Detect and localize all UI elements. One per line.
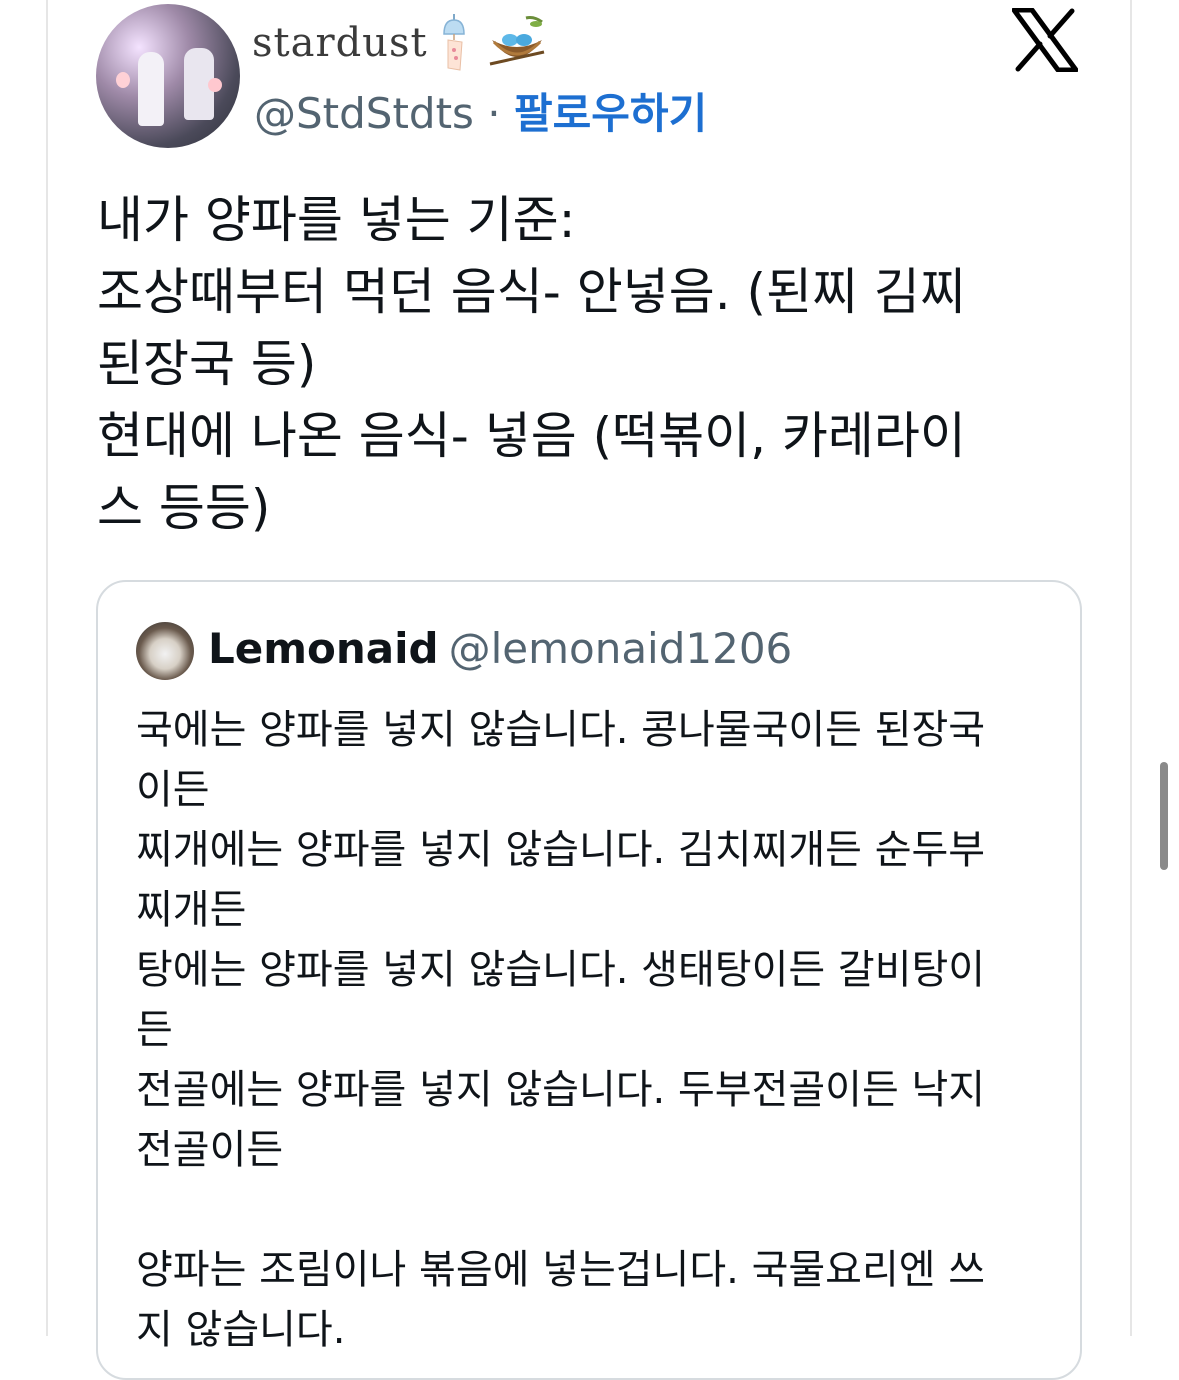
tweet-line: 내가 양파를 넣는 기준: — [97, 191, 576, 249]
quoted-author-handle[interactable]: @lemonaid1206 — [449, 624, 793, 673]
scrollbar[interactable] — [1160, 762, 1168, 870]
tweet-body: 내가 양파를 넣는 기준: 조상때부터 먹던 음식- 안넣음. (된찌 김찌 된… — [97, 184, 1077, 544]
tweet-line: 조상때부터 먹던 음식- 안넣음. (된찌 김찌 — [97, 263, 966, 321]
quoted-line: 탕에는 양파를 넣지 않습니다. 생태탕이든 갈비탕이 — [136, 947, 986, 993]
follow-button[interactable]: 팔로우하기 — [514, 89, 707, 138]
quoted-line — [136, 1180, 1046, 1240]
author-avatar[interactable] — [96, 4, 240, 148]
avatar-figure — [138, 52, 164, 126]
quoted-line: 양파는 조림이나 볶음에 넣는겁니다. 국물요리엔 쓰 — [136, 1247, 986, 1293]
avatar-lantern — [116, 72, 130, 88]
quoted-line: 전골이든 — [136, 1127, 284, 1173]
quoted-line: 찌개든 — [136, 887, 247, 933]
tweet-line: 스 등등) — [97, 479, 271, 537]
author-display-name[interactable]: stardust — [252, 20, 428, 66]
nest-with-eggs-icon — [489, 16, 545, 66]
tweet-line: 된장국 등) — [97, 335, 317, 393]
quoted-line: 지 않습니다. — [136, 1307, 346, 1353]
quoted-author-avatar[interactable] — [136, 622, 194, 680]
quoted-line: 이든 — [136, 767, 210, 813]
wind-chime-icon — [443, 14, 465, 71]
author-handle-line: @StdStdts · 팔로우하기 — [254, 80, 707, 141]
quoted-line: 찌개에는 양파를 넣지 않습니다. 김치찌개든 순두부 — [136, 827, 986, 873]
avatar-lantern — [208, 78, 222, 92]
quoted-author-line: Lemonaid @lemonaid1206 — [208, 624, 792, 673]
quoted-line: 국에는 양파를 넣지 않습니다. 콩나물국이든 된장국 — [136, 707, 986, 753]
author-handle[interactable]: @StdStdts — [254, 89, 474, 138]
quoted-author-name[interactable]: Lemonaid — [208, 624, 439, 673]
quoted-line: 든 — [136, 1007, 173, 1053]
quoted-tweet[interactable]: Lemonaid @lemonaid1206 국에는 양파를 넣지 않습니다. 콩… — [96, 580, 1082, 1380]
separator-dot: · — [487, 89, 501, 138]
quoted-line: 전골에는 양파를 넣지 않습니다. 두부전골이든 낙지 — [136, 1067, 986, 1113]
quoted-tweet-body: 국에는 양파를 넣지 않습니다. 콩나물국이든 된장국 이든 찌개에는 양파를 … — [136, 700, 1046, 1360]
tweet-line: 현대에 나온 음식- 넣음 (떡볶이, 카레라이 — [97, 407, 966, 465]
x-logo-icon[interactable] — [1012, 8, 1078, 72]
